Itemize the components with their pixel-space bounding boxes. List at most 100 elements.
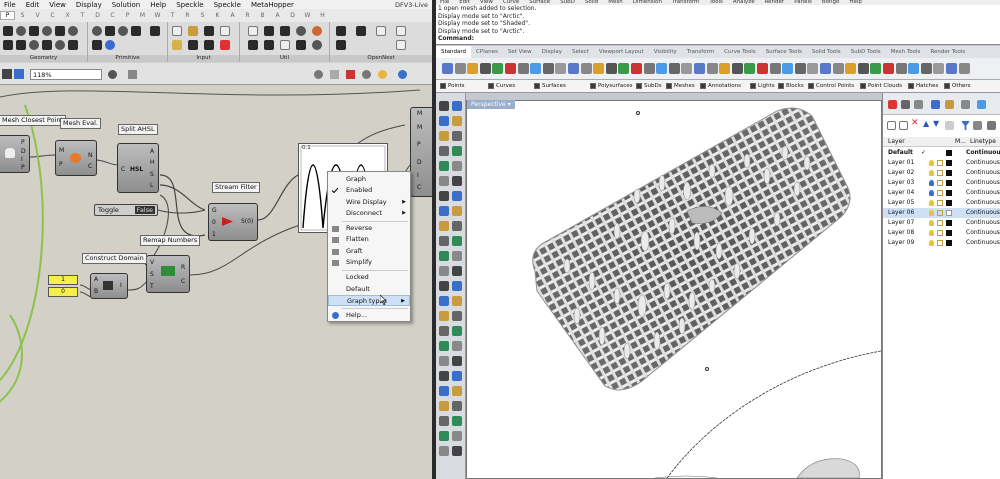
rhino-side-tool-icon[interactable] — [439, 221, 449, 231]
pin-label[interactable]: 0 — [212, 219, 216, 226]
rhino-side-tool-icon[interactable] — [452, 116, 462, 126]
component-icon[interactable] — [105, 26, 115, 36]
rhino-side-tool-icon[interactable] — [439, 341, 449, 351]
save-icon[interactable] — [14, 69, 24, 79]
pin-label[interactable]: P — [21, 139, 25, 146]
layer-row[interactable]: Layer 09 Continuous — [883, 238, 1000, 248]
rhino-tool-icon[interactable] — [454, 63, 466, 74]
layer-row[interactable]: Layer 05 Continuous — [883, 198, 1000, 208]
rhino-tool-icon[interactable] — [706, 63, 718, 74]
lightbulb-icon[interactable] — [929, 220, 934, 226]
gh-tab[interactable]: A — [225, 12, 240, 19]
component-icon[interactable] — [312, 40, 322, 50]
gh-tab[interactable]: X — [60, 12, 75, 19]
rhino-side-tool-icon[interactable] — [439, 416, 449, 426]
pin-label[interactable]: C — [181, 278, 185, 285]
component-icon[interactable] — [42, 40, 52, 50]
layer-name[interactable]: Layer 09 — [888, 238, 914, 248]
eye-icon[interactable] — [128, 70, 137, 79]
layer-color-swatch[interactable] — [946, 170, 952, 176]
gh-tab[interactable]: T — [75, 12, 90, 19]
component-icon[interactable] — [280, 26, 290, 36]
rhino-side-tool-icon[interactable] — [439, 371, 449, 381]
gh-tab[interactable]: W — [150, 12, 165, 19]
gh-tab[interactable]: R — [240, 12, 255, 19]
rh-tab[interactable]: Set View — [503, 46, 537, 58]
column-header-material[interactable]: M... — [955, 137, 966, 147]
rhino-tool-icon[interactable] — [883, 63, 894, 74]
preview-icon[interactable] — [314, 70, 323, 79]
osnap-control-points[interactable]: Control Points — [808, 80, 854, 93]
rhino-side-tool-icon[interactable] — [452, 356, 462, 366]
rhino-tool-icon[interactable] — [946, 63, 957, 74]
rhino-side-tool-icon[interactable] — [452, 206, 462, 216]
rhino-side-tool-icon[interactable] — [452, 371, 462, 381]
gh-tab[interactable]: C — [105, 12, 120, 19]
gh-tab[interactable]: S — [15, 12, 30, 19]
layer-color-swatch[interactable] — [946, 210, 952, 216]
rhino-tool-icon[interactable] — [895, 63, 907, 74]
lightbulb-icon[interactable] — [929, 230, 934, 236]
rhino-tool-icon[interactable] — [631, 63, 642, 74]
rhino-side-tool-icon[interactable] — [452, 236, 462, 246]
lock-icon[interactable] — [937, 190, 943, 196]
new-sublayer-icon[interactable] — [899, 121, 908, 130]
rh-tab[interactable]: Visibility — [649, 46, 682, 58]
layer-row[interactable]: Layer 02 Continuous — [883, 168, 1000, 178]
rh-tab[interactable]: Render Tools — [925, 46, 970, 58]
panel-tab-icon[interactable] — [977, 100, 986, 109]
rhino-side-tool-icon[interactable] — [452, 446, 462, 456]
rhino-side-tool-icon[interactable] — [439, 146, 449, 156]
gh-tab[interactable]: M — [135, 12, 150, 19]
gh-tab[interactable]: S — [195, 12, 210, 19]
component-icon[interactable] — [296, 26, 306, 36]
rhino-tool-icon[interactable] — [807, 63, 819, 74]
menu-item-flatten[interactable]: Flatten — [328, 234, 410, 245]
rhino-tool-icon[interactable] — [769, 63, 781, 74]
menu-item-disconnect[interactable]: Disconnect ▶ — [328, 208, 410, 219]
layer-row[interactable]: Layer 08 Continuous — [883, 228, 1000, 238]
rh-tab[interactable]: Display — [537, 46, 567, 58]
layer-linetype[interactable]: Continuous — [966, 208, 1000, 218]
rhino-tool-icon[interactable] — [958, 63, 970, 74]
component-icon[interactable] — [42, 26, 52, 36]
layer-linetype[interactable]: Continuous — [966, 198, 1000, 208]
rhino-side-tool-icon[interactable] — [452, 401, 462, 411]
rhino-side-tool-icon[interactable] — [439, 386, 449, 396]
component-icon[interactable] — [172, 26, 182, 36]
rhino-side-tool-icon[interactable] — [452, 296, 462, 306]
component-icon[interactable] — [264, 40, 274, 50]
rhino-tool-icon[interactable] — [568, 63, 579, 74]
gh-tab[interactable]: T — [165, 12, 180, 19]
gh-tab[interactable]: B — [255, 12, 270, 19]
rhino-side-tool-icon[interactable] — [439, 326, 449, 336]
rhino-side-tool-icon[interactable] — [452, 431, 462, 441]
component-icon[interactable] — [312, 26, 322, 36]
rhino-side-tool-icon[interactable] — [452, 266, 462, 276]
rhino-tool-icon[interactable] — [908, 63, 920, 74]
viewport-title-tab[interactable]: Perspective ▾ — [467, 100, 515, 109]
component-icon[interactable] — [220, 40, 230, 50]
materials-tab-icon[interactable] — [945, 100, 954, 109]
component-icon[interactable] — [92, 40, 102, 50]
gh-menu-edit[interactable]: Edit — [26, 1, 40, 9]
lightbulb-icon[interactable] — [929, 240, 934, 246]
rh-tab[interactable]: CPlanes — [471, 46, 503, 58]
pin-label[interactable]: C — [417, 184, 421, 191]
mesh-closest-point-component[interactable]: P D I P — [0, 135, 30, 173]
column-header-layer[interactable]: Layer — [888, 137, 905, 147]
collapse-icon[interactable] — [945, 121, 954, 130]
lightbulb-icon[interactable] — [929, 180, 934, 186]
move-up-icon[interactable]: ▲ — [923, 119, 929, 128]
number-panel[interactable]: 0 — [48, 287, 78, 297]
pin-label[interactable]: C — [88, 163, 92, 170]
toggle-value[interactable]: False — [134, 206, 155, 214]
rhino-tool-icon[interactable] — [479, 63, 491, 74]
layer-row-selected[interactable]: Layer 06 Continuous — [883, 208, 1000, 218]
lock-icon[interactable] — [937, 170, 943, 176]
gh-tab[interactable]: P — [120, 12, 135, 19]
gh-tab[interactable]: P — [0, 11, 15, 20]
output-component[interactable]: M M P D I C — [410, 107, 432, 197]
component-icon[interactable] — [396, 40, 406, 50]
delete-icon[interactable]: ✕ — [911, 118, 919, 128]
